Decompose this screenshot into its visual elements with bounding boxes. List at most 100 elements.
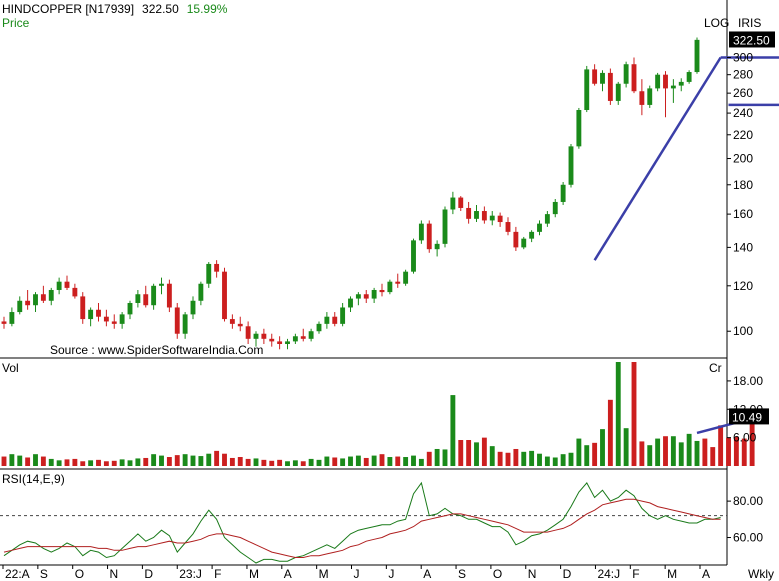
time-axis: 22:A S O N D 23:J F M A M J J A S O N D 24:J F M A — [2, 565, 710, 581]
time-tick-label: A — [702, 567, 710, 581]
candle-body — [623, 64, 629, 84]
candle-body — [489, 215, 495, 221]
volume-bar — [686, 433, 692, 466]
candle-body — [631, 64, 637, 92]
volume-bar — [442, 449, 448, 466]
volume-bar — [229, 457, 235, 466]
candle-body — [426, 223, 432, 250]
volume-bar — [521, 451, 527, 466]
volume-bar — [411, 455, 416, 466]
volume-bar — [395, 456, 401, 466]
price-tick-label: 260 — [733, 86, 753, 100]
volume-bar — [568, 452, 574, 466]
volume-bar — [143, 457, 149, 466]
volume-bar — [332, 457, 338, 466]
volume-bar — [450, 395, 456, 466]
volume-bar — [96, 459, 101, 466]
candle-body — [222, 271, 227, 320]
price-tick-label: 120 — [733, 279, 753, 293]
volume-bar — [1, 456, 7, 466]
candle-body — [607, 72, 613, 101]
last-price-label: 322.50 — [733, 33, 770, 47]
candle-body — [253, 333, 259, 339]
volume-bar — [607, 399, 613, 466]
candle-body — [340, 307, 346, 324]
volume-bar — [615, 362, 621, 466]
candle-body — [119, 314, 125, 324]
volume-bar — [25, 457, 31, 466]
time-tick-label: F — [632, 567, 639, 581]
time-tick-label: A — [423, 567, 431, 581]
x-unit-label: Wkly — [748, 567, 774, 581]
candle-body — [442, 209, 448, 244]
candle-body — [560, 184, 566, 202]
time-tick-label: D — [144, 567, 153, 581]
volume-bar — [261, 459, 267, 466]
time-tick-label: M — [667, 567, 677, 581]
candle-body — [450, 197, 456, 210]
volume-bar — [694, 440, 700, 466]
volume-bar — [576, 438, 582, 466]
volume-bar — [316, 459, 322, 466]
candle-body — [285, 341, 290, 345]
volume-bar — [418, 458, 424, 466]
chart-title: HINDCOPPER [N17939] 322.50 15.99% — [2, 2, 228, 16]
volume-bar — [182, 454, 188, 466]
time-tick-label: M — [319, 567, 329, 581]
candle-body — [324, 316, 330, 324]
candle-body — [458, 197, 464, 208]
log-scale-toggle[interactable]: LOG — [704, 16, 729, 30]
volume-bar — [308, 458, 314, 466]
chart-canvas: HINDCOPPER [N17939] 322.50 15.99% Price LO… — [0, 0, 779, 581]
rsi-tick-label: 60.00 — [733, 531, 763, 545]
rsi-average-line — [3, 498, 721, 558]
time-tick-label: D — [563, 567, 572, 581]
price-tick-label: 140 — [733, 240, 753, 254]
candle-body — [663, 74, 668, 89]
candle-body — [521, 238, 527, 248]
candle-body — [308, 331, 314, 339]
volume-bar — [513, 448, 519, 466]
candle-body — [584, 69, 590, 110]
time-tick-label: O — [75, 567, 84, 581]
time-tick-label: 24:J — [597, 567, 620, 581]
price-tick-label: 100 — [733, 324, 753, 338]
candle-body — [387, 281, 393, 293]
candle-body — [214, 263, 220, 272]
candle-body — [568, 146, 574, 185]
candle-body — [474, 211, 479, 219]
candle-body — [198, 283, 204, 301]
time-tick-label: 22:A — [5, 567, 30, 581]
volume-tick-label: 18.00 — [733, 374, 763, 388]
time-tick-label: O — [493, 567, 502, 581]
volume-bar — [9, 454, 15, 466]
volume-bar — [190, 455, 196, 466]
candle-body — [348, 298, 353, 308]
volume-bar — [166, 457, 172, 466]
price-tick-label: 220 — [733, 128, 753, 142]
candle-body — [182, 314, 188, 334]
candle-body — [103, 316, 109, 322]
price-tick-label: 200 — [733, 152, 753, 166]
volume-bar — [80, 461, 86, 466]
candle-body — [96, 309, 101, 317]
volume-bar — [466, 440, 472, 466]
volume-tick-label: 6.00 — [733, 431, 757, 445]
time-tick-label: F — [214, 567, 221, 581]
volume-bar — [458, 440, 464, 466]
volume-axis: 18.0012.006.0010.49 — [727, 374, 769, 445]
volume-bar — [670, 436, 676, 466]
candle-body — [25, 300, 31, 306]
candle-body — [411, 240, 416, 272]
candle-body — [395, 281, 401, 284]
price-tick-label: 160 — [733, 207, 753, 221]
candle-body — [33, 294, 38, 306]
volume-bar — [64, 459, 70, 466]
volume-bar — [537, 453, 542, 466]
volume-bar — [489, 446, 495, 466]
volume-bar — [718, 425, 724, 466]
candle-body — [316, 323, 322, 332]
candle-body — [434, 243, 440, 250]
candle-body — [111, 321, 117, 324]
volume-bar — [434, 448, 440, 466]
